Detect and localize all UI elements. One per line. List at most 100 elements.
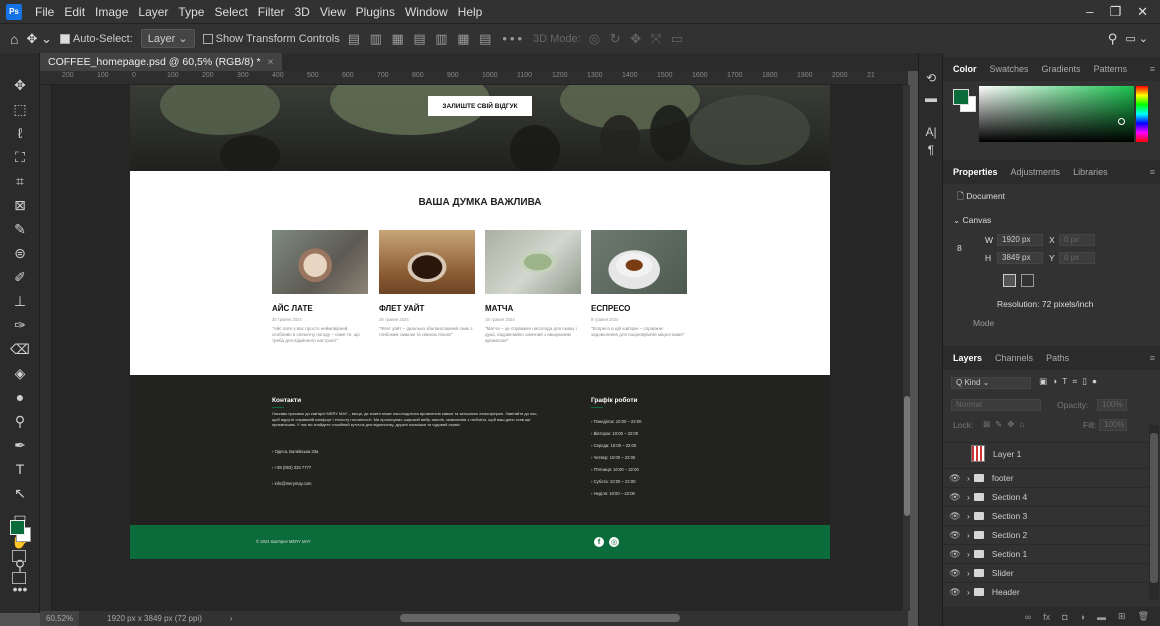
link-dimensions-icon[interactable]: 8 xyxy=(957,243,962,253)
layer-group-row[interactable]: 👁 › Header xyxy=(943,582,1149,601)
home-icon[interactable]: ⌂ xyxy=(10,31,18,47)
height-input[interactable]: 3849 px xyxy=(997,252,1043,264)
foreground-color-swatch[interactable] xyxy=(10,520,25,535)
menu-view[interactable]: View xyxy=(315,5,351,19)
eye-icon[interactable]: 👁 xyxy=(943,530,967,541)
pen-icon[interactable]: ✒ xyxy=(8,435,32,455)
paragraph-panel-icon[interactable]: ¶ xyxy=(924,143,938,157)
stamp-icon[interactable]: ⊥ xyxy=(8,291,32,311)
chevron-right-icon[interactable]: › xyxy=(967,511,970,521)
width-input[interactable]: 1920 px xyxy=(997,234,1043,246)
align-icons[interactable]: ▤ ▥ ▦ ▤ ▥ ▦ ▤ xyxy=(348,31,495,47)
document-tab[interactable]: COFFEE_homepage.psd @ 60,5% (RGB/8) * × xyxy=(40,53,282,71)
eye-icon[interactable]: 👁 xyxy=(943,549,967,560)
layer-group-row[interactable]: 👁 › Slider xyxy=(943,563,1149,582)
chevron-right-icon[interactable]: › xyxy=(967,587,970,597)
adjustment-layer-icon[interactable]: ◑ xyxy=(1080,612,1085,622)
new-group-icon[interactable]: ▬ xyxy=(1097,612,1106,622)
quick-select-icon[interactable]: ⛶ xyxy=(8,147,32,167)
color-picker-cursor[interactable] xyxy=(1118,118,1125,125)
chevron-right-icon[interactable]: › xyxy=(967,530,970,540)
screen-mode-icon[interactable] xyxy=(12,572,26,584)
chevron-right-icon[interactable]: › xyxy=(967,492,970,502)
new-layer-icon[interactable]: ⊞ xyxy=(1118,611,1126,622)
history-brush-icon[interactable]: ✑ xyxy=(8,315,32,335)
tab-adjustments[interactable]: Adjustments xyxy=(1011,167,1061,177)
tab-swatches[interactable]: Swatches xyxy=(990,64,1029,74)
chevron-right-icon[interactable]: › xyxy=(967,549,970,559)
layer-group-row[interactable]: 👁 › Section 1 xyxy=(943,544,1149,563)
move-icon[interactable]: ✥ xyxy=(8,75,32,95)
layer-row[interactable]: Layer 1 xyxy=(943,442,1149,464)
menu-file[interactable]: File xyxy=(30,5,59,19)
menu-filter[interactable]: Filter xyxy=(253,5,290,19)
eye-icon[interactable]: 👁 xyxy=(943,587,967,598)
tab-libraries[interactable]: Libraries xyxy=(1073,167,1108,177)
crop-icon[interactable]: ⌗ xyxy=(8,171,32,191)
menu-select[interactable]: Select xyxy=(209,5,252,19)
tab-paths[interactable]: Paths xyxy=(1046,353,1069,363)
healing-icon[interactable]: ⊜ xyxy=(8,243,32,263)
menu-3d[interactable]: 3D xyxy=(289,5,314,19)
portrait-orientation-icon[interactable] xyxy=(1003,274,1016,287)
document-size[interactable]: 1920 px x 3849 px (72 ppi) xyxy=(107,614,202,623)
menu-type[interactable]: Type xyxy=(173,5,209,19)
blend-mode-select[interactable]: Normal xyxy=(951,399,1041,411)
canvas-vertical-scroll-thumb[interactable] xyxy=(904,396,910,516)
character-panel-icon[interactable]: A| xyxy=(924,125,938,139)
layer-group-row[interactable]: 👁 › Section 3 xyxy=(943,506,1149,525)
zoom-level[interactable]: 60,52% xyxy=(40,611,80,626)
brush-icon[interactable]: ✐ xyxy=(8,267,32,287)
layer-group-row[interactable]: 👁 › Section 4 xyxy=(943,487,1149,506)
opacity-input[interactable]: 100% xyxy=(1097,399,1127,411)
tab-gradients[interactable]: Gradients xyxy=(1042,64,1081,74)
layer-filter-kind[interactable]: Q Kind ⌄ xyxy=(951,377,1031,389)
eraser-icon[interactable]: ⌫ xyxy=(8,339,32,359)
menu-help[interactable]: Help xyxy=(453,5,488,19)
lock-icons[interactable]: ⊠✎✥⌂ xyxy=(983,419,1030,430)
fx-icon[interactable]: fx xyxy=(1043,612,1050,622)
canvas-section-header[interactable]: ⌄ Canvas xyxy=(953,215,991,226)
instagram-icon[interactable]: ◎ xyxy=(609,537,619,547)
search-icon[interactable]: ⚲ xyxy=(1108,31,1118,47)
tab-patterns[interactable]: Patterns xyxy=(1094,64,1128,74)
lasso-icon[interactable]: ℓ xyxy=(8,123,32,143)
layer-filter-icons[interactable]: ▣◑T⌗▯● xyxy=(1039,376,1102,387)
tab-color[interactable]: Color xyxy=(953,64,977,74)
menu-layer[interactable]: Layer xyxy=(133,5,173,19)
layer-group-row[interactable]: 👁 › Section 2 xyxy=(943,525,1149,544)
eye-icon[interactable]: 👁 xyxy=(943,473,967,484)
canvas-vertical-scrollbar[interactable] xyxy=(903,85,910,611)
quick-mask-icon[interactable] xyxy=(12,550,26,562)
leave-review-button[interactable]: ЗАЛИШТЕ СВІЙ ВІДГУК xyxy=(428,96,532,116)
chevron-right-icon[interactable]: › xyxy=(967,473,970,483)
x-input[interactable]: 0 px xyxy=(1059,234,1095,246)
y-input[interactable]: 0 px xyxy=(1059,252,1095,264)
eye-icon[interactable]: 👁 xyxy=(943,492,967,503)
workspace-icon[interactable]: ▭ ⌄ xyxy=(1125,32,1160,45)
menu-image[interactable]: Image xyxy=(90,5,133,19)
chevron-right-icon[interactable]: › xyxy=(967,568,970,578)
eyedropper-icon[interactable]: ✎ xyxy=(8,219,32,239)
comments-panel-icon[interactable]: ▬ xyxy=(924,91,938,105)
restore-icon[interactable]: ❐ xyxy=(1109,4,1121,20)
tab-channels[interactable]: Channels xyxy=(995,353,1033,363)
status-menu-icon[interactable]: › xyxy=(230,614,233,623)
canvas-horizontal-scroll-thumb[interactable] xyxy=(400,614,680,622)
link-layers-icon[interactable]: ∞ xyxy=(1025,612,1031,622)
layers-scroll-thumb[interactable] xyxy=(1150,433,1158,583)
landscape-orientation-icon[interactable] xyxy=(1021,274,1034,287)
color-foreground-swatch[interactable] xyxy=(953,89,969,105)
eye-icon[interactable]: 👁 xyxy=(943,568,967,579)
hue-slider[interactable] xyxy=(1136,86,1148,142)
eye-icon[interactable]: 👁 xyxy=(943,511,967,522)
3d-tools-icons[interactable]: ◎ ↻ ✥ ⤧ ▭ xyxy=(589,31,686,47)
auto-select-dropdown[interactable]: Layer ⌄ xyxy=(140,29,195,48)
color-picker-field[interactable] xyxy=(979,86,1134,142)
panel-menu-icon[interactable]: ≡ xyxy=(1150,167,1155,177)
move-tool-icon[interactable]: ✥ ⌄ xyxy=(26,31,51,47)
tab-properties[interactable]: Properties xyxy=(953,167,998,177)
dodge-icon[interactable]: ⚲ xyxy=(8,411,32,431)
paint-bucket-icon[interactable]: ◈ xyxy=(8,363,32,383)
panel-menu-icon[interactable]: ≡ xyxy=(1150,64,1155,74)
